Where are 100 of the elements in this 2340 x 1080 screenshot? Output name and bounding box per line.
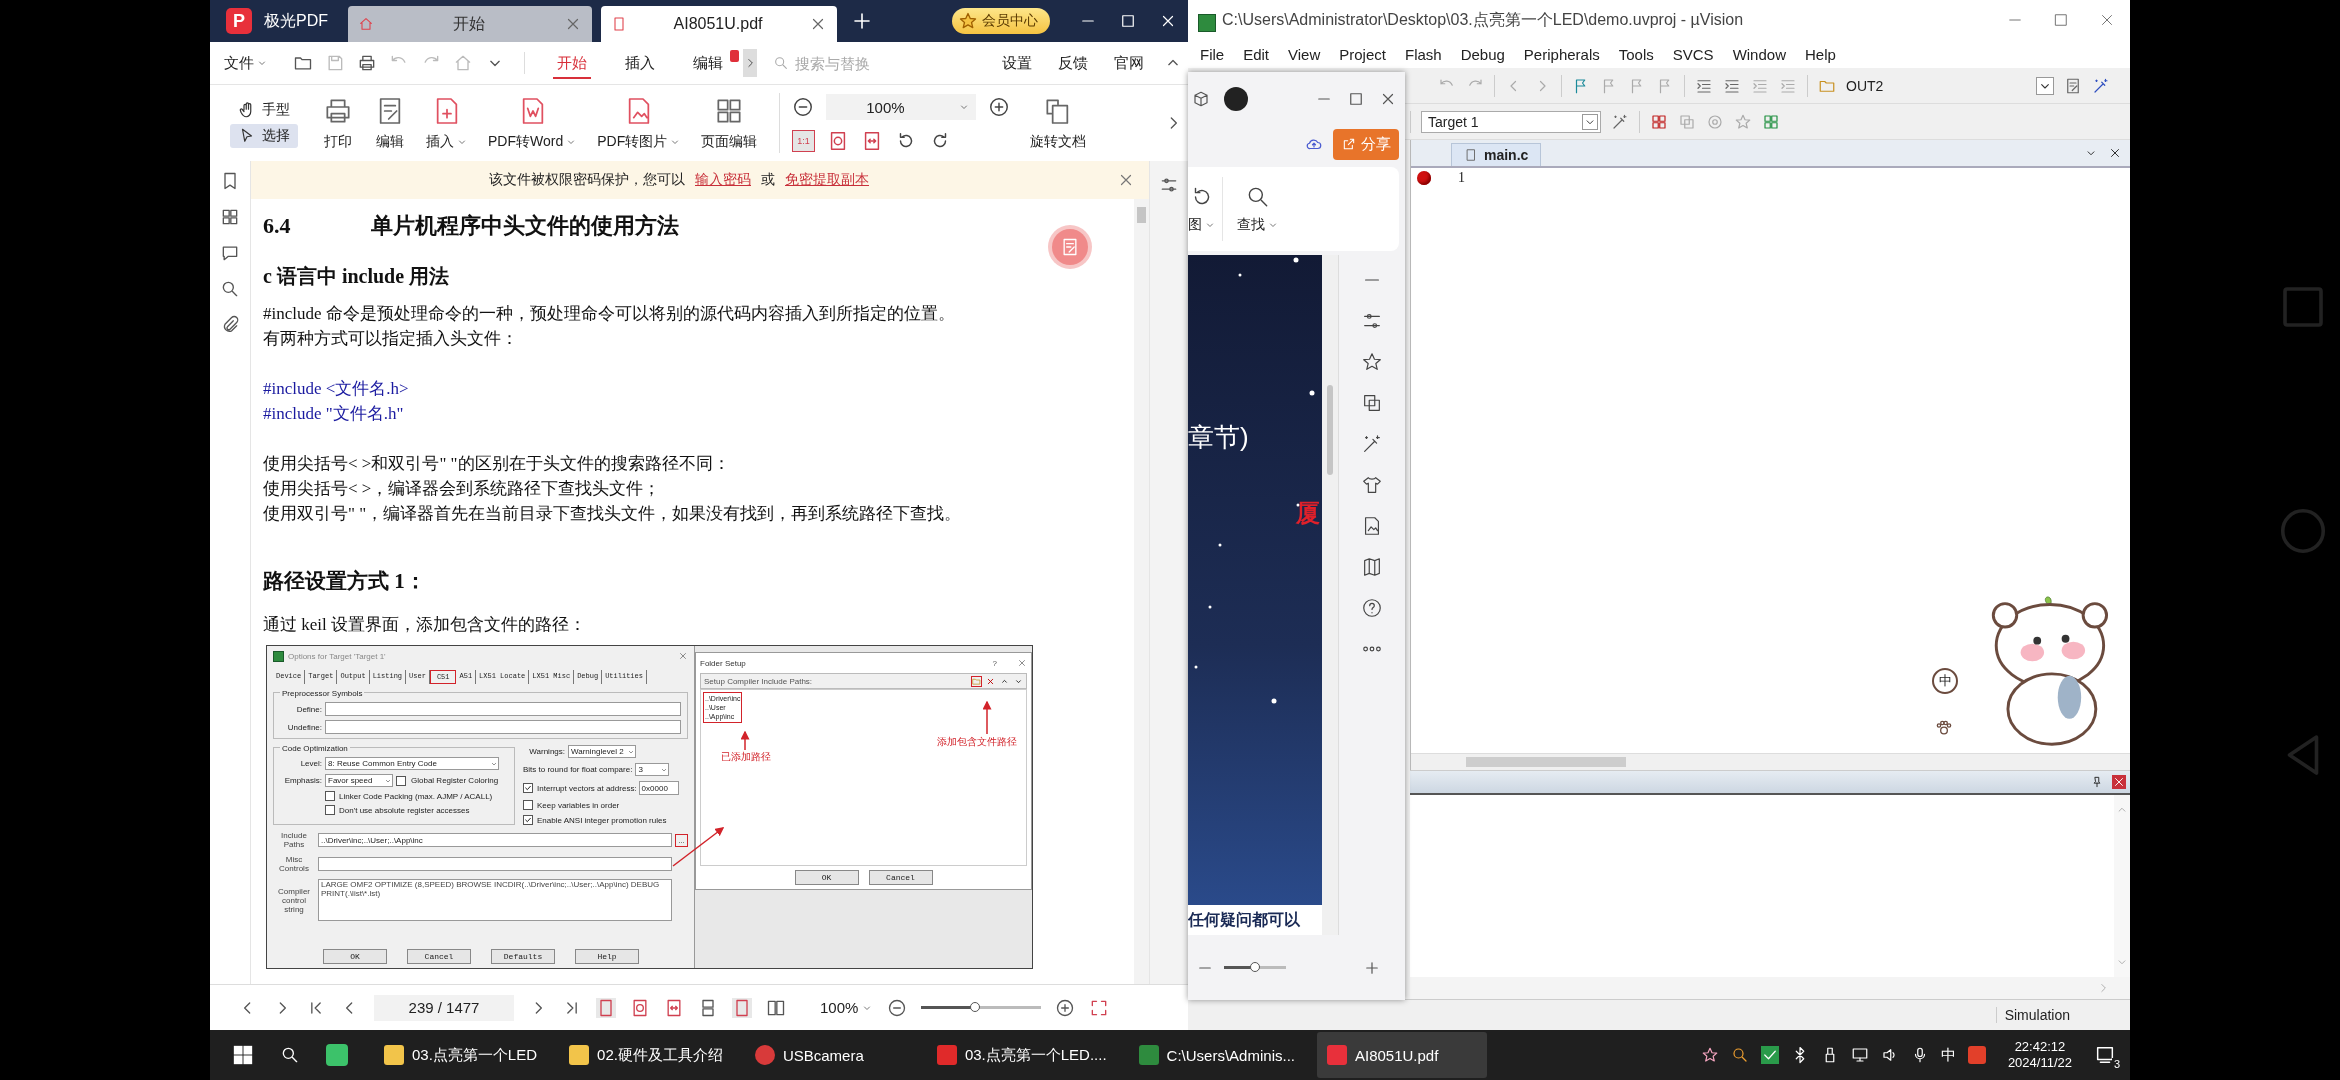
menu-item[interactable]: Peripherals (1523, 45, 1600, 63)
menu-item[interactable]: Tools (1618, 45, 1654, 63)
close-panel-button[interactable] (2112, 775, 2126, 789)
actual-size-button[interactable]: 1:1 (792, 130, 815, 152)
target-dropdown[interactable]: Target 1 (1421, 110, 1601, 133)
menu-item[interactable]: SVCS (1672, 45, 1714, 63)
slider-thumb[interactable] (1250, 962, 1260, 972)
text-field[interactable] (325, 720, 681, 734)
maximize-button[interactable] (1119, 12, 1137, 30)
copy-icon[interactable] (1361, 392, 1383, 414)
extract-copy-link[interactable]: 免密提取副本 (785, 171, 869, 189)
menu-item[interactable]: Project (1339, 45, 1386, 63)
search-field[interactable]: 搜索与替换 (773, 53, 913, 73)
text-field[interactable] (325, 702, 681, 716)
print-icon[interactable] (357, 53, 377, 73)
dropdown[interactable]: 8: Reuse Common Entry Code (325, 757, 499, 770)
ribbon-button[interactable]: 查找 (1223, 184, 1293, 234)
dialog-button[interactable]: OK (794, 870, 859, 885)
dialog-button[interactable]: Cancel (868, 870, 933, 885)
map-icon[interactable] (1361, 556, 1383, 578)
scrollbar[interactable] (1411, 753, 2130, 770)
checkbox[interactable] (523, 815, 533, 825)
new-folder-button[interactable] (972, 676, 981, 686)
zoom-dropdown[interactable]: 100% (820, 999, 874, 1016)
checkbox[interactable] (325, 805, 335, 815)
zoom-out-button[interactable] (792, 96, 815, 118)
menu-link[interactable]: 设置 (1002, 53, 1032, 73)
menu-item[interactable]: Window (1732, 45, 1786, 63)
dropdown[interactable]: Warninglevel 2 (568, 745, 636, 758)
dropdown[interactable]: Favor speed (325, 774, 393, 787)
tool-mode-button[interactable]: 选择 (230, 124, 298, 148)
ribbon-button[interactable]: 图 (1188, 184, 1222, 234)
ribbon-tab[interactable]: 插入 (607, 47, 673, 79)
dialog-button[interactable]: Help (575, 949, 639, 964)
tool-mode-button[interactable]: 手型 (230, 98, 298, 122)
toolbar-button[interactable]: 打印 (322, 95, 354, 151)
scrollbar[interactable] (1134, 199, 1149, 984)
zoom-in-button[interactable] (988, 96, 1011, 118)
page-number-field[interactable]: 239 / 1477 (374, 994, 514, 1021)
cube-icon[interactable] (1192, 89, 1210, 108)
checkbox[interactable] (396, 775, 406, 786)
search-button[interactable] (280, 1045, 300, 1065)
taskbar-item[interactable]: 02.硬件及工具介绍 (559, 1032, 733, 1078)
page-view-button[interactable] (732, 997, 752, 1018)
text-field[interactable]: ..\Driver\inc;..\User;..\App\inc (318, 833, 672, 847)
help-icon[interactable] (1361, 597, 1383, 619)
zoom-field[interactable]: 100% (826, 94, 977, 120)
text-field[interactable]: 0x0000 (638, 781, 679, 795)
scrollbar-thumb[interactable] (1327, 385, 1333, 475)
breakpoint-icon[interactable] (1417, 171, 1431, 185)
menu-item[interactable]: File (1200, 45, 1225, 63)
taskbar-item[interactable]: USBcamera (744, 1032, 915, 1078)
text-field[interactable] (318, 857, 672, 871)
dropdown[interactable]: 3 (635, 763, 670, 776)
toolbar-button[interactable]: 插入 (426, 95, 468, 151)
zoom-out-button[interactable] (887, 997, 908, 1018)
magnifier-icon[interactable] (1730, 1046, 1749, 1064)
menu-item[interactable]: Help (1805, 45, 1836, 63)
magic-wand-icon[interactable] (1361, 433, 1383, 455)
toolbar-button[interactable]: PDF转Word (488, 95, 578, 151)
close-tab-button[interactable] (2108, 146, 2122, 160)
document-tab[interactable]: AI8051U.pdf (601, 6, 837, 42)
menu-item[interactable]: View (1288, 45, 1321, 63)
input-method-indicator[interactable]: 中 (1940, 1045, 1956, 1065)
file-menu[interactable]: 文件 (224, 53, 268, 73)
dropdown-button[interactable] (2036, 76, 2054, 95)
toolbar-button[interactable]: 旋转文档 (1030, 95, 1087, 151)
zoom-in-button[interactable] (1055, 997, 1076, 1018)
vip-button[interactable]: 会员中心 (952, 8, 1050, 34)
star-icon[interactable] (1361, 351, 1383, 373)
clock[interactable]: 22:42:12 2024/11/22 (2007, 1039, 2072, 1071)
menu-item[interactable]: Flash (1404, 45, 1442, 63)
search-icon[interactable] (220, 279, 240, 299)
app-icon[interactable] (326, 1044, 348, 1066)
menu-link[interactable]: 反馈 (1058, 53, 1088, 73)
avatar[interactable] (1224, 86, 1248, 111)
ribbon-tab[interactable]: 开始 (539, 47, 605, 79)
toolbar-button[interactable]: 页面编辑 (701, 95, 758, 151)
document-tab[interactable]: 开始 (348, 6, 592, 42)
taskbar-item[interactable]: 03.点亮第一个LED (374, 1032, 548, 1078)
taskbar-item[interactable]: 03.点亮第一个LED.... (926, 1032, 1117, 1078)
menu-link[interactable]: 官网 (1114, 53, 1144, 73)
checkbox[interactable] (523, 783, 533, 793)
single-page-button[interactable] (596, 997, 616, 1018)
dialog-button[interactable]: Defaults (491, 949, 555, 964)
scrollbar-thumb[interactable] (1137, 207, 1146, 223)
dialog-button[interactable]: OK (323, 949, 387, 964)
checkbox[interactable] (325, 791, 335, 801)
scrollbar[interactable] (1322, 255, 1338, 935)
toolbar-button[interactable]: 编辑 (374, 95, 406, 151)
start-button[interactable] (232, 1044, 254, 1066)
toolbar-button[interactable]: PDF转图片 (597, 95, 682, 151)
thumbnail-icon[interactable] (220, 207, 240, 227)
enter-password-link[interactable]: 输入密码 (695, 171, 751, 189)
scrollbar-thumb[interactable] (1466, 757, 1626, 767)
taskbar-item[interactable]: AI8051U.pdf (1316, 1032, 1487, 1078)
ribbon-tab[interactable]: 编辑 (675, 47, 741, 79)
delete-button[interactable] (986, 676, 995, 686)
taskbar-item[interactable]: C:\Users\Adminis... (1128, 1032, 1305, 1078)
file-tab[interactable]: main.c (1451, 143, 1542, 166)
